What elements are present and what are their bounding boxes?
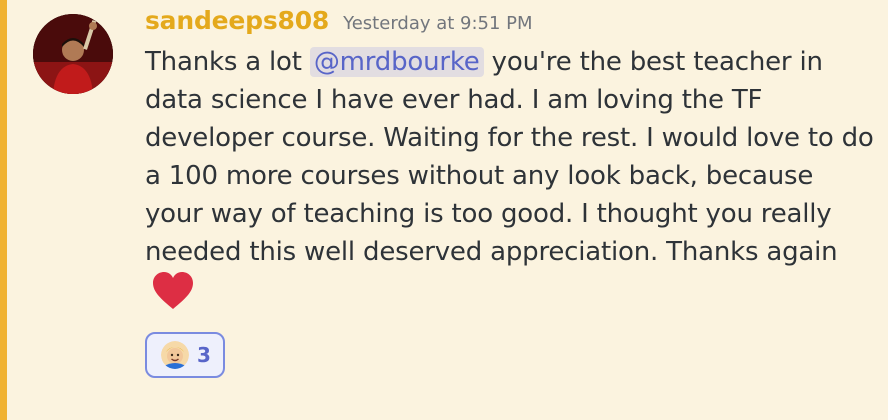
author-username[interactable]: sandeeps808 (145, 6, 329, 35)
message-text-start: Thanks a lot (145, 47, 310, 77)
heart-emoji-icon (151, 271, 195, 322)
reactions-bar: 3 (145, 332, 875, 378)
message-content: sandeeps808 Yesterday at 9:51 PM Thanks … (145, 6, 875, 378)
reaction-button[interactable]: 3 (145, 332, 225, 378)
user-mention[interactable]: @mrdbourke (309, 47, 484, 77)
avatar-emoji-icon (161, 341, 189, 369)
message-text-rest: you're the best teacher in data science … (145, 47, 874, 267)
avatar[interactable] (33, 14, 113, 94)
message-text: Thanks a lot @mrdbourke you're the best … (145, 43, 875, 322)
message-header: sandeeps808 Yesterday at 9:51 PM (145, 6, 875, 40)
message-timestamp[interactable]: Yesterday at 9:51 PM (343, 13, 532, 34)
chat-message: sandeeps808 Yesterday at 9:51 PM Thanks … (0, 0, 888, 420)
reaction-count: 3 (197, 343, 211, 367)
